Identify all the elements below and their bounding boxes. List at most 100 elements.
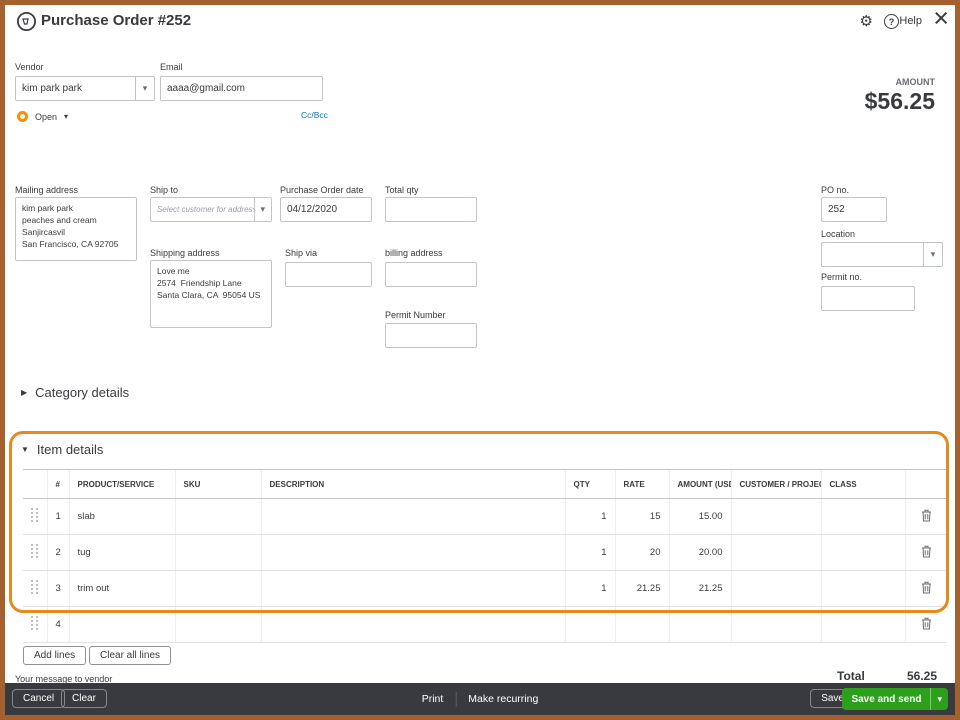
- cell-sku[interactable]: [174, 570, 261, 607]
- trash-icon: [921, 509, 932, 525]
- email-label: Email: [160, 62, 183, 72]
- total-qty-field[interactable]: [385, 197, 477, 222]
- cell-qty[interactable]: 1: [564, 570, 615, 607]
- help-link[interactable]: Help: [899, 15, 922, 27]
- cell-description[interactable]: [260, 498, 565, 535]
- expanded-arrow-icon: ▼: [21, 445, 29, 454]
- cancel-button[interactable]: Cancel: [12, 689, 66, 708]
- mailing-address-box[interactable]: kim park park peaches and cream Sanjirca…: [15, 197, 137, 261]
- cell-product[interactable]: tug: [68, 534, 175, 571]
- cell-product[interactable]: trim out: [68, 570, 175, 607]
- vendor-select[interactable]: kim park park ▾: [15, 76, 155, 101]
- vendor-value: kim park park: [22, 83, 83, 94]
- trash-icon: [921, 581, 932, 597]
- cell-qty[interactable]: 1: [564, 498, 615, 535]
- permit-no-field[interactable]: [821, 286, 915, 311]
- ship-to-placeholder: Select customer for address: [157, 205, 254, 214]
- save-and-send-button[interactable]: Save and send ▾: [842, 688, 948, 710]
- drag-handle[interactable]: [23, 498, 47, 535]
- delete-row-button[interactable]: [904, 534, 947, 571]
- make-recurring-link[interactable]: Make recurring: [468, 693, 538, 705]
- page-title: Purchase Order #252: [41, 12, 192, 29]
- permit-number-label: Permit Number: [385, 310, 446, 320]
- cell-rate[interactable]: 20: [614, 534, 669, 571]
- col-product-service: PRODUCT/SERVICE: [68, 469, 175, 499]
- clear-button[interactable]: Clear: [61, 689, 107, 708]
- po-date-label: Purchase Order date: [280, 185, 364, 195]
- cell-description[interactable]: [260, 534, 565, 571]
- close-icon[interactable]: ×: [933, 5, 949, 34]
- mailing-line: Sanjircasvil: [22, 227, 65, 237]
- permit-no-label: Permit no.: [821, 272, 863, 282]
- status-label: Open: [35, 111, 58, 122]
- cell-product[interactable]: slab: [68, 498, 175, 535]
- cell-rate[interactable]: 15: [614, 498, 669, 535]
- cell-class[interactable]: [820, 498, 905, 535]
- status-badge[interactable]: Open ▾: [17, 111, 68, 122]
- clear-all-lines-button[interactable]: Clear all lines: [89, 646, 172, 665]
- cell-class[interactable]: [820, 606, 905, 643]
- cell-class[interactable]: [820, 534, 905, 571]
- billing-address-field[interactable]: [385, 262, 477, 287]
- add-lines-button[interactable]: Add lines: [23, 646, 87, 665]
- caret-down-icon: ▾: [253, 198, 271, 221]
- trash-column-header: [904, 469, 947, 499]
- ship-to-select[interactable]: Select customer for address ▾: [150, 197, 272, 222]
- col-class: CLASS: [820, 469, 905, 499]
- cell-customer[interactable]: [730, 606, 821, 643]
- item-details-table: # PRODUCT/SERVICE SKU DESCRIPTION QTY RA…: [23, 469, 947, 643]
- delete-row-button[interactable]: [904, 570, 947, 607]
- cell-qty[interactable]: 1: [564, 534, 615, 571]
- table-row: 1 slab 1 15 15.00: [23, 498, 947, 535]
- purchase-order-page: Purchase Order #252 ⚙ ? Help × Vendor ki…: [0, 0, 960, 720]
- print-link[interactable]: Print: [422, 693, 444, 705]
- cell-amount[interactable]: 20.00: [668, 534, 731, 571]
- cell-customer[interactable]: [730, 570, 821, 607]
- col-customer-project: CUSTOMER / PROJECT: [730, 469, 821, 499]
- delete-row-button[interactable]: [904, 606, 947, 643]
- cell-customer[interactable]: [730, 498, 821, 535]
- cell-product[interactable]: [68, 606, 175, 643]
- cell-sku[interactable]: [174, 534, 261, 571]
- cell-rate[interactable]: 21.25: [614, 570, 669, 607]
- cell-sku[interactable]: [174, 606, 261, 643]
- cell-class[interactable]: [820, 570, 905, 607]
- category-details-toggle[interactable]: ▶ Category details: [21, 385, 129, 400]
- po-no-field[interactable]: [821, 197, 887, 222]
- col-sku: SKU: [174, 469, 261, 499]
- location-select[interactable]: ▾: [821, 242, 943, 267]
- help-icon[interactable]: ?: [884, 14, 899, 29]
- ship-via-field[interactable]: [285, 262, 372, 287]
- trash-icon: [921, 545, 932, 561]
- drag-handle[interactable]: [23, 606, 47, 643]
- gear-icon[interactable]: ⚙: [860, 12, 873, 30]
- po-date-field[interactable]: [280, 197, 372, 222]
- status-open-icon: [17, 111, 28, 122]
- cell-description[interactable]: [260, 606, 565, 643]
- shipping-address-field[interactable]: Love me 2574 Friendship Lane Santa Clara…: [150, 260, 272, 328]
- caret-down-icon: ▾: [930, 688, 948, 710]
- table-row: 2 tug 1 20 20.00: [23, 534, 947, 571]
- permit-number-field[interactable]: [385, 323, 477, 348]
- ccbcc-link[interactable]: Cc/Bcc: [301, 110, 328, 120]
- cell-description[interactable]: [260, 570, 565, 607]
- cell-customer[interactable]: [730, 534, 821, 571]
- drag-handle[interactable]: [23, 570, 47, 607]
- cell-amount[interactable]: 15.00: [668, 498, 731, 535]
- cell-rate[interactable]: [614, 606, 669, 643]
- cell-qty[interactable]: [564, 606, 615, 643]
- drag-handle[interactable]: [23, 534, 47, 571]
- location-label: Location: [821, 229, 856, 239]
- mailing-address-label: Mailing address: [15, 185, 79, 195]
- delete-row-button[interactable]: [904, 498, 947, 535]
- item-details-toggle[interactable]: ▼ Item details: [21, 442, 103, 457]
- caret-down-icon: ▾: [135, 77, 154, 100]
- billing-address-label: billing address: [385, 248, 443, 258]
- col-rate: RATE: [614, 469, 669, 499]
- cell-sku[interactable]: [174, 498, 261, 535]
- cell-amount[interactable]: 21.25: [668, 570, 731, 607]
- cell-amount[interactable]: [668, 606, 731, 643]
- vendor-label: Vendor: [15, 62, 44, 72]
- ship-via-label: Ship via: [285, 248, 318, 258]
- email-field[interactable]: [160, 76, 323, 101]
